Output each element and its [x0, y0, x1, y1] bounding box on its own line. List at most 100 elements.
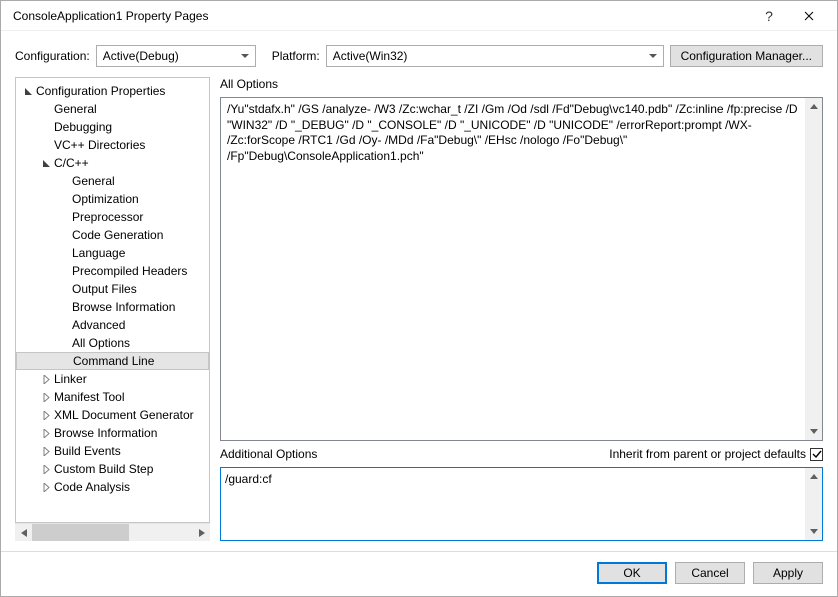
tree-item[interactable]: Code Analysis — [16, 478, 209, 496]
tree-item[interactable]: Linker — [16, 370, 209, 388]
tree-item-label: Linker — [54, 372, 87, 386]
tree-expand-icon[interactable] — [58, 319, 70, 331]
tree-item[interactable]: Build Events — [16, 442, 209, 460]
ok-button[interactable]: OK — [597, 562, 667, 584]
tree-expand-icon[interactable] — [40, 463, 52, 475]
additional-options-label: Additional Options — [220, 447, 317, 461]
close-button[interactable] — [789, 2, 829, 30]
title-bar: ConsoleApplication1 Property Pages ? — [1, 1, 837, 31]
cancel-button[interactable]: Cancel — [675, 562, 745, 584]
tree-expand-icon[interactable] — [40, 103, 52, 115]
scroll-right-icon[interactable] — [193, 524, 210, 541]
dialog-button-bar: OK Cancel Apply — [1, 551, 837, 596]
check-icon — [812, 449, 822, 459]
scroll-up-icon[interactable] — [805, 468, 822, 485]
properties-tree[interactable]: Configuration Properties General Debugging… — [15, 77, 210, 523]
tree-item[interactable]: VC++ Directories — [16, 136, 209, 154]
tree-item[interactable]: Custom Build Step — [16, 460, 209, 478]
tree-item[interactable]: XML Document Generator — [16, 406, 209, 424]
inherit-defaults-checkbox[interactable] — [810, 448, 823, 461]
scroll-up-icon[interactable] — [805, 98, 822, 115]
scrollbar-track[interactable] — [32, 524, 193, 541]
tree-item-label: Debugging — [54, 120, 112, 134]
scroll-down-icon[interactable] — [805, 423, 822, 440]
tree-item[interactable]: Configuration Properties — [16, 82, 209, 100]
tree-item[interactable]: Debugging — [16, 118, 209, 136]
tree-item-label: Command Line — [73, 354, 154, 368]
tree-expand-icon[interactable] — [40, 481, 52, 493]
platform-label: Platform: — [272, 49, 320, 63]
tree-item[interactable]: General — [16, 172, 209, 190]
tree-item[interactable]: Advanced — [16, 316, 209, 334]
tree-expand-icon[interactable] — [58, 175, 70, 187]
tree-item-label: Configuration Properties — [36, 84, 165, 98]
window-title: ConsoleApplication1 Property Pages — [13, 9, 749, 23]
tree-item[interactable]: C/C++ — [16, 154, 209, 172]
tree-item[interactable]: Command Line — [16, 352, 209, 370]
tree-item-label: All Options — [72, 336, 130, 350]
tree-item-label: Output Files — [72, 282, 137, 296]
apply-button[interactable]: Apply — [753, 562, 823, 584]
tree-item[interactable]: Output Files — [16, 280, 209, 298]
tree-expand-icon[interactable] — [40, 139, 52, 151]
tree-item[interactable]: Browse Information — [16, 424, 209, 442]
tree-expand-icon[interactable] — [40, 157, 52, 169]
tree-item-label: Manifest Tool — [54, 390, 124, 404]
tree-expand-icon[interactable] — [22, 85, 34, 97]
tree-expand-icon[interactable] — [40, 409, 52, 421]
scroll-down-icon[interactable] — [805, 523, 822, 540]
tree-item-label: Preprocessor — [72, 210, 143, 224]
tree-item-label: C/C++ — [54, 156, 89, 170]
tree-expand-icon[interactable] — [58, 229, 70, 241]
platform-value: Active(Win32) — [333, 49, 408, 63]
tree-expand-icon[interactable] — [40, 445, 52, 457]
tree-item-label: Code Analysis — [54, 480, 130, 494]
tree-item[interactable]: Code Generation — [16, 226, 209, 244]
tree-expand-icon[interactable] — [58, 247, 70, 259]
tree-item-label: General — [72, 174, 115, 188]
tree-item[interactable]: General — [16, 100, 209, 118]
tree-item-label: Advanced — [72, 318, 125, 332]
close-icon — [804, 11, 814, 21]
platform-combo[interactable]: Active(Win32) — [326, 45, 664, 67]
tree-item-label: Custom Build Step — [54, 462, 153, 476]
tree-item-label: XML Document Generator — [54, 408, 194, 422]
tree-item-label: Browse Information — [72, 300, 175, 314]
all-options-label: All Options — [220, 77, 823, 91]
tree-item[interactable]: Precompiled Headers — [16, 262, 209, 280]
tree-horizontal-scrollbar[interactable] — [15, 523, 210, 541]
tree-item-label: Precompiled Headers — [72, 264, 187, 278]
tree-item[interactable]: Optimization — [16, 190, 209, 208]
chevron-down-icon — [646, 49, 660, 63]
tree-item[interactable]: All Options — [16, 334, 209, 352]
scroll-left-icon[interactable] — [15, 524, 32, 541]
tree-item-label: Browse Information — [54, 426, 157, 440]
tree-expand-icon[interactable] — [58, 211, 70, 223]
tree-expand-icon[interactable] — [58, 265, 70, 277]
all-options-text: /Yu"stdafx.h" /GS /analyze- /W3 /Zc:wcha… — [220, 97, 823, 441]
tree-item-label: Optimization — [72, 192, 139, 206]
additional-options-input[interactable]: /guard:cf — [220, 467, 823, 541]
tree-item[interactable]: Browse Information — [16, 298, 209, 316]
tree-expand-icon[interactable] — [40, 121, 52, 133]
configuration-row: Configuration: Active(Debug) Platform: A… — [1, 31, 837, 77]
help-button[interactable]: ? — [749, 2, 789, 30]
tree-expand-icon[interactable] — [40, 373, 52, 385]
tree-expand-icon[interactable] — [40, 391, 52, 403]
scrollbar-thumb[interactable] — [32, 524, 129, 541]
tree-item[interactable]: Language — [16, 244, 209, 262]
tree-item[interactable]: Preprocessor — [16, 208, 209, 226]
tree-expand-icon[interactable] — [58, 193, 70, 205]
tree-expand-icon[interactable] — [59, 355, 71, 367]
tree-item[interactable]: Manifest Tool — [16, 388, 209, 406]
tree-expand-icon[interactable] — [58, 301, 70, 313]
tree-item-label: Code Generation — [72, 228, 163, 242]
tree-item-label: VC++ Directories — [54, 138, 145, 152]
tree-expand-icon[interactable] — [40, 427, 52, 439]
configuration-manager-button[interactable]: Configuration Manager... — [670, 45, 823, 67]
tree-expand-icon[interactable] — [58, 283, 70, 295]
configuration-combo[interactable]: Active(Debug) — [96, 45, 256, 67]
configuration-label: Configuration: — [15, 49, 90, 63]
inherit-defaults-label: Inherit from parent or project defaults — [609, 447, 806, 461]
tree-expand-icon[interactable] — [58, 337, 70, 349]
